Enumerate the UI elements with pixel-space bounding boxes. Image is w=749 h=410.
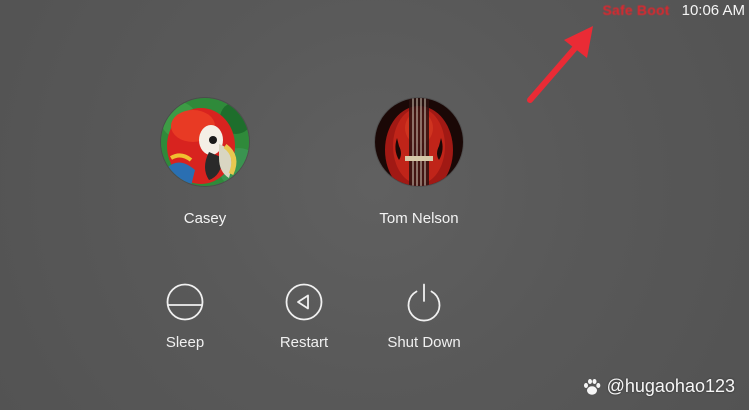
user-name: Tom Nelson bbox=[379, 210, 459, 227]
restart-label: Restart bbox=[279, 334, 329, 351]
user-name: Casey bbox=[183, 210, 227, 227]
login-screen: Safe Boot 10:06 AM Casey Tom Nelson Slee… bbox=[0, 0, 749, 410]
restart-icon bbox=[285, 283, 323, 321]
watermark: @hugaohao123 bbox=[582, 376, 735, 397]
power-icon bbox=[407, 283, 441, 322]
safe-boot-indicator: Safe Boot bbox=[602, 2, 670, 18]
watermark-text: @hugaohao123 bbox=[606, 376, 735, 396]
parrot-icon bbox=[161, 98, 249, 186]
annotation-arrow-icon bbox=[527, 26, 593, 103]
user-tom-nelson[interactable]: Tom Nelson bbox=[349, 98, 489, 227]
sleep-icon bbox=[166, 283, 204, 321]
clock: 10:06 AM bbox=[681, 1, 745, 19]
violin-icon bbox=[375, 98, 463, 186]
paw-icon bbox=[583, 378, 600, 395]
menu-bar-status: Safe Boot 10:06 AM bbox=[602, 1, 745, 19]
shut-down-button[interactable]: Shut Down bbox=[369, 282, 479, 351]
sleep-label: Sleep bbox=[165, 334, 205, 351]
shut-down-label: Shut Down bbox=[387, 334, 461, 351]
restart-button[interactable]: Restart bbox=[249, 282, 359, 351]
sleep-button[interactable]: Sleep bbox=[130, 282, 240, 351]
user-casey[interactable]: Casey bbox=[135, 98, 275, 227]
